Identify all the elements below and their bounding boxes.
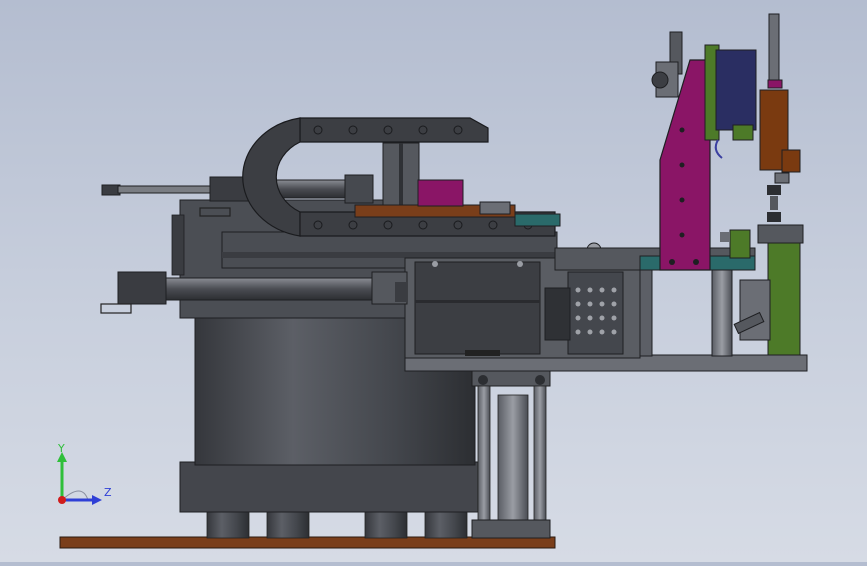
rotary-base-flange [179,461,479,513]
pneumatic-lift-cylinder [471,369,551,539]
gripper-fingers [767,185,781,222]
frame-post [711,269,733,357]
orientation-triad: Y Z [57,442,112,505]
side-column-green [767,239,801,356]
cad-model-view [59,13,808,549]
carriage-block-magenta [417,179,464,207]
z-axis-arrow [92,495,102,505]
y-axis-label: Y [57,442,65,455]
rotary-base-feet [206,509,468,539]
guide-rod-and-holder [759,13,801,184]
cad-viewport[interactable]: Y Z [0,0,867,562]
origin-dot [58,496,66,504]
z-axis-label: Z [104,486,112,499]
base-plate [59,536,556,549]
